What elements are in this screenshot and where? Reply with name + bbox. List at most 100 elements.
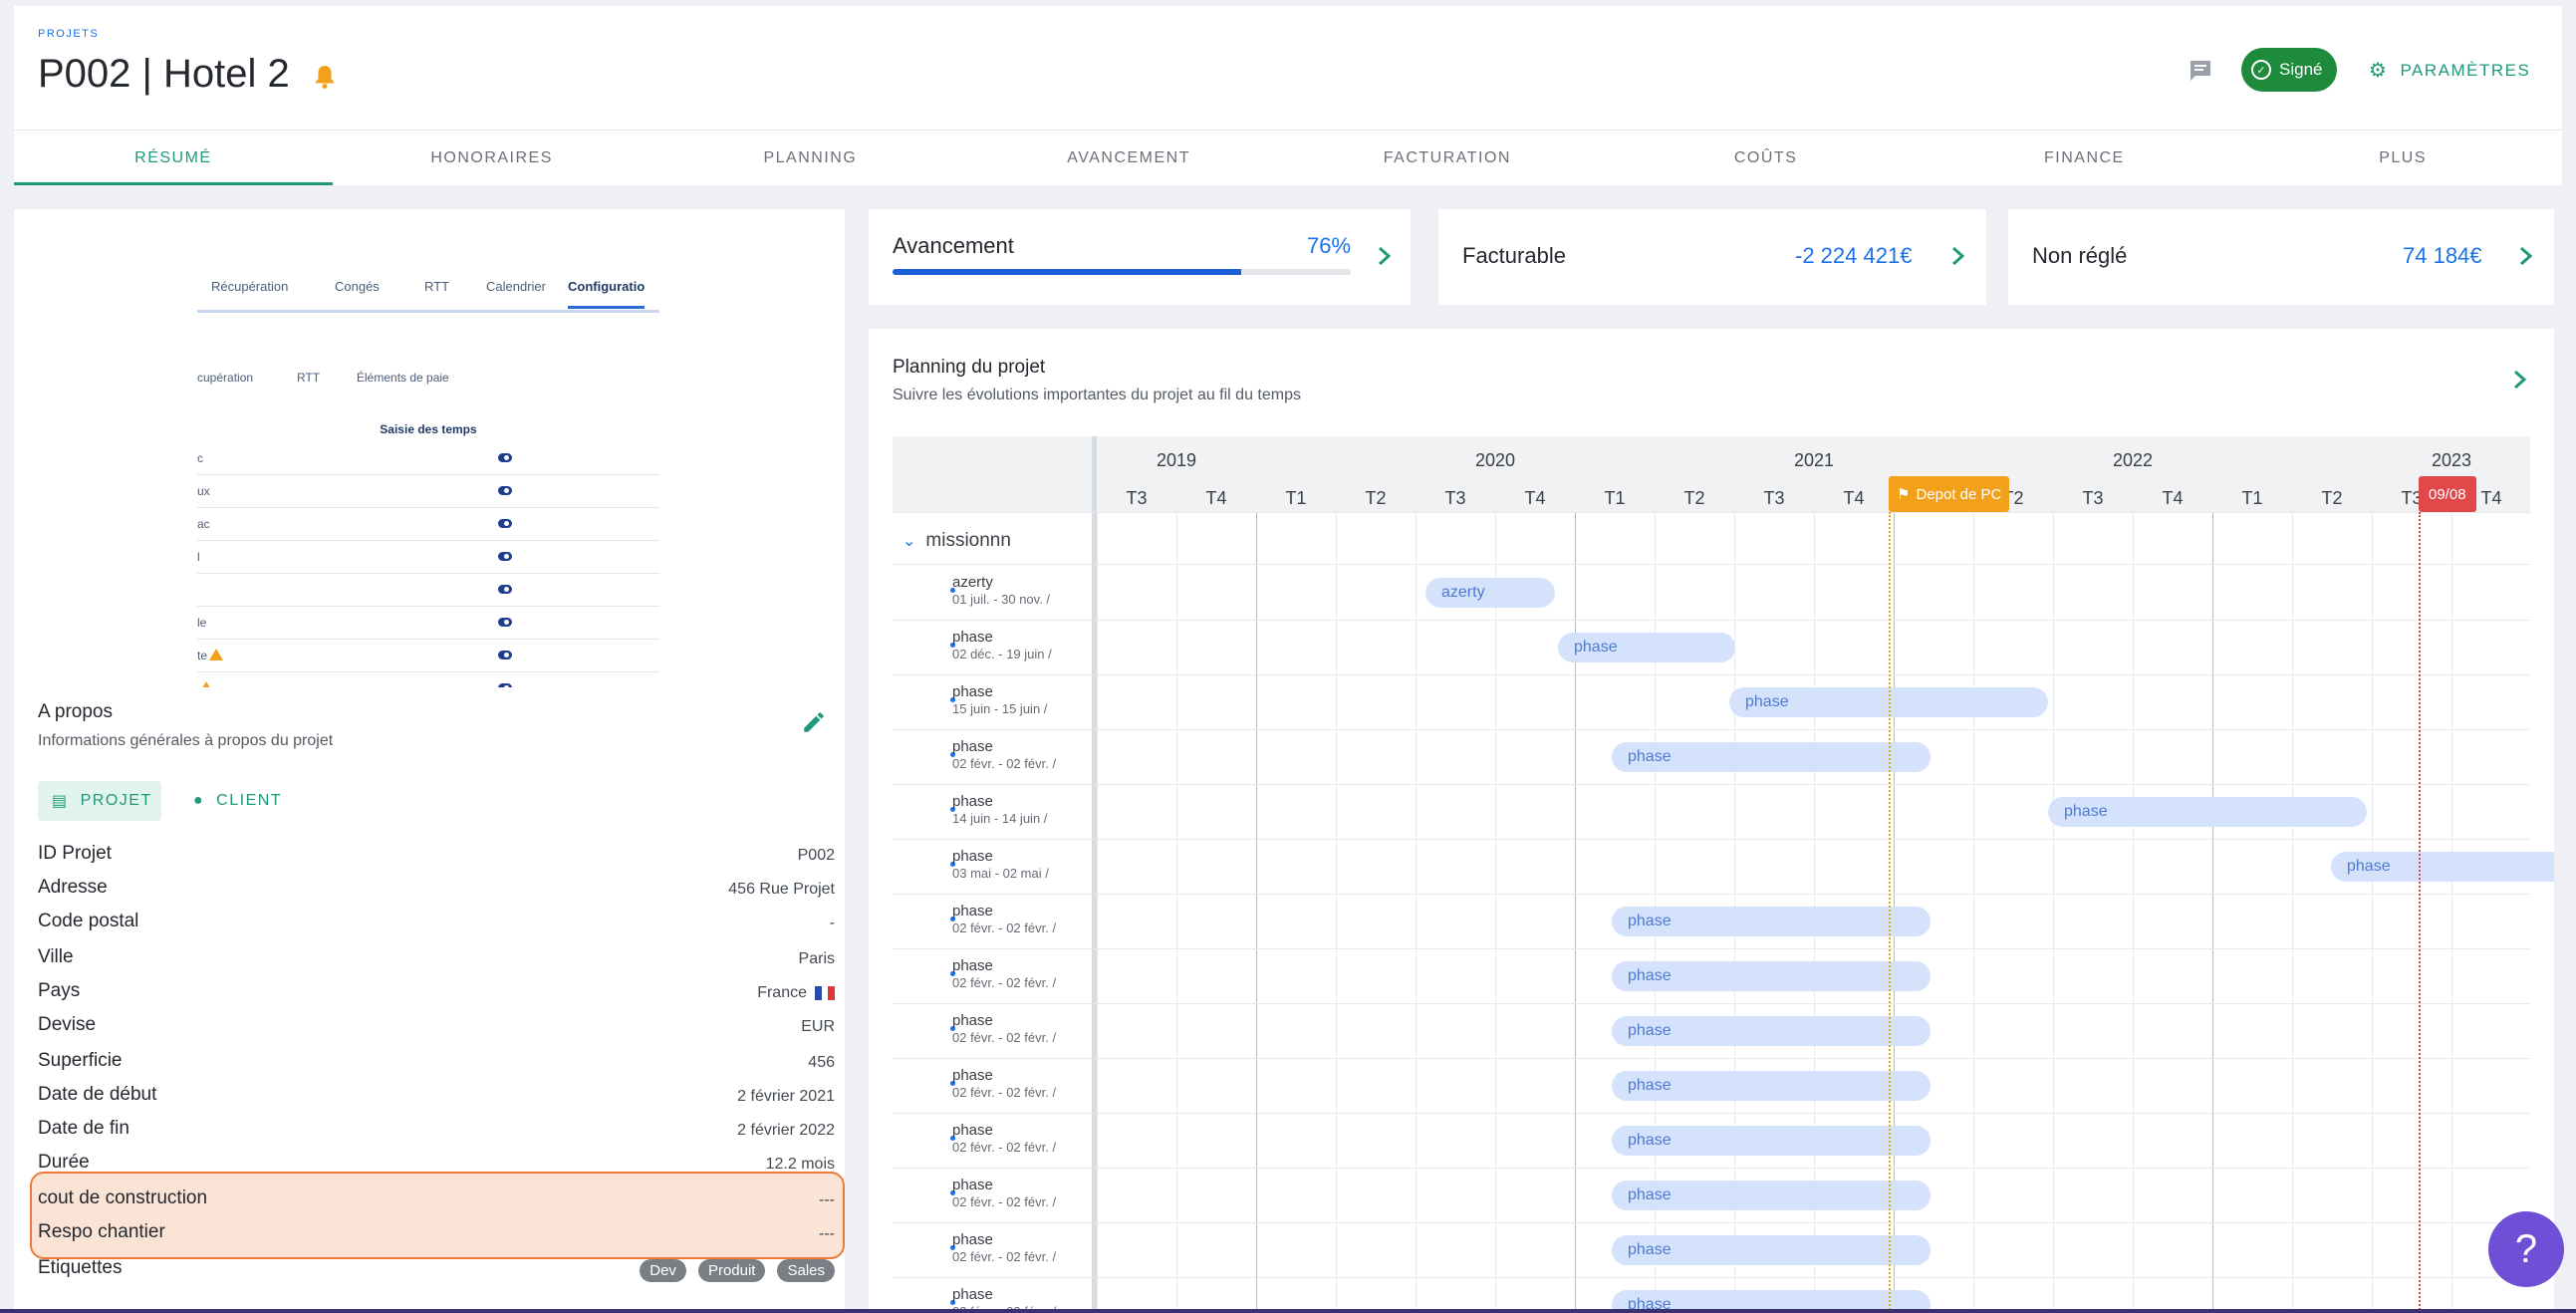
grid-line xyxy=(1336,512,1337,1313)
info-row-construction-cost[interactable]: cout de construction --- xyxy=(38,1187,835,1221)
tab-plus[interactable]: PLUS xyxy=(2243,131,2562,185)
tag-chip[interactable]: Sales xyxy=(777,1259,835,1282)
breadcrumb[interactable]: PROJETS xyxy=(38,28,99,40)
info-key: Date de début xyxy=(38,1084,157,1105)
gantt-row-label[interactable]: phase 02 déc. - 19 juin / xyxy=(952,629,1092,661)
year-label: 2022 xyxy=(2112,450,2154,470)
bell-icon[interactable] xyxy=(313,64,337,90)
row-dates: 02 févr. - 02 févr. / xyxy=(952,1030,1057,1045)
tab-avancement[interactable]: AVANCEMENT xyxy=(969,131,1288,185)
unpaid-card[interactable]: Non réglé 74 184€ xyxy=(2008,209,2554,305)
quarter-label: T4 xyxy=(2480,488,2502,508)
row-name: phase xyxy=(952,629,993,646)
gantt-bar[interactable]: azerty xyxy=(1425,578,1555,608)
chat-icon[interactable] xyxy=(2186,56,2215,86)
warning-icon xyxy=(199,681,213,687)
gantt-row-label[interactable]: phase 14 juin - 14 juin / xyxy=(952,793,1092,826)
gantt-bar[interactable]: phase xyxy=(1612,961,1931,991)
gantt-bar[interactable]: phase xyxy=(2048,797,2367,827)
grid-line xyxy=(2451,512,2452,1313)
info-value: - xyxy=(829,915,835,931)
billable-card[interactable]: Facturable -2 224 421€ xyxy=(1438,209,1986,305)
pencil-icon[interactable] xyxy=(801,709,827,735)
info-row-site-manager[interactable]: Respo chantier --- xyxy=(38,1221,835,1255)
chevron-right-icon[interactable] xyxy=(2514,245,2536,267)
gantt-bar[interactable]: phase xyxy=(1612,742,1931,772)
settings-button[interactable]: ⚙ PARAMÈTRES xyxy=(2369,58,2530,83)
gantt-bar[interactable]: phase xyxy=(2331,852,2554,882)
planning-subtitle: Suivre les évolutions importantes du pro… xyxy=(893,387,1301,403)
tab-finance[interactable]: FINANCE xyxy=(1926,131,2244,185)
gantt-row-label[interactable]: phase02 févr. - 02 févr. / xyxy=(952,1122,1092,1155)
tab-couts[interactable]: COÛTS xyxy=(1607,131,1926,185)
gantt-row-label[interactable]: phase02 févr. - 02 févr. / xyxy=(952,1231,1092,1264)
gantt-row-label[interactable]: phase 15 juin - 15 juin / xyxy=(952,683,1092,716)
year-label: 2019 xyxy=(1156,450,1197,470)
tab-resume[interactable]: RÉSUMÉ xyxy=(14,131,333,185)
row-line xyxy=(893,512,2530,513)
preview-row-label: te xyxy=(197,649,208,662)
page-title: P002 | Hotel 2 xyxy=(38,52,290,96)
help-button[interactable]: ? xyxy=(2488,1211,2564,1287)
country-name: France xyxy=(757,984,807,1001)
info-row-address: Adresse 456 Rue Projet xyxy=(38,877,835,911)
grid-line xyxy=(2053,512,2054,1313)
gantt-row-label[interactable]: phase02 févr. - 02 févr. / xyxy=(952,957,1092,990)
milestone-flag[interactable]: ⚑ Depot de PC xyxy=(1889,476,2010,512)
project-tab-button[interactable]: ▤ PROJET xyxy=(38,781,161,821)
chevron-right-icon[interactable] xyxy=(1946,245,1968,267)
status-badge[interactable]: ✓ Signé xyxy=(2241,48,2337,92)
preview-row: ux xyxy=(197,475,659,508)
chevron-down-icon[interactable]: ⌄ xyxy=(902,531,915,551)
person-icon: ● xyxy=(193,792,205,809)
unpaid-label: Non réglé xyxy=(2032,243,2128,268)
row-name: phase xyxy=(952,1177,993,1193)
gantt-row-label[interactable]: phase02 févr. - 02 févr. / xyxy=(952,1012,1092,1045)
quarter-label: T1 xyxy=(2241,488,2263,508)
gantt-row-label[interactable]: phase02 févr. - 02 févr. / xyxy=(952,1067,1092,1100)
tab-facturation[interactable]: FACTURATION xyxy=(1288,131,1607,185)
row-dates: 14 juin - 14 juin / xyxy=(952,811,1048,826)
tag-chip[interactable]: Produit xyxy=(697,1259,766,1282)
flag-icon: ⚑ xyxy=(1897,486,1911,503)
preview-tab: RTT xyxy=(424,279,450,294)
progress-card[interactable]: Avancement 76% xyxy=(869,209,1411,305)
progress-value: 76% xyxy=(1307,233,1352,258)
gantt-row-label[interactable]: phase02 févr. - 02 févr. / xyxy=(952,1177,1092,1209)
tab-honoraires[interactable]: HONORAIRES xyxy=(333,131,651,185)
row-line xyxy=(893,1113,2530,1114)
row-line xyxy=(893,784,2530,785)
gantt-row-label[interactable]: phase02 févr. - 02 févr. / xyxy=(952,903,1092,935)
gantt-bar[interactable]: phase xyxy=(1612,907,1931,936)
grid-line xyxy=(1176,512,1177,1313)
gantt-row-label[interactable]: phase 03 mai - 02 mai / xyxy=(952,848,1092,881)
quarter-label: T3 xyxy=(1126,488,1148,508)
tab-planning[interactable]: PLANNING xyxy=(651,131,970,185)
gantt-bar[interactable]: phase xyxy=(1612,1071,1931,1101)
quarter-label: T2 xyxy=(1683,488,1705,508)
gantt-bar[interactable]: phase xyxy=(1612,1181,1931,1210)
row-name: phase xyxy=(952,1012,993,1029)
chevron-right-icon[interactable] xyxy=(2508,369,2530,391)
gantt-row-label[interactable]: phase02 févr. - 02 févr. / xyxy=(952,738,1092,771)
info-value: --- xyxy=(819,1191,835,1208)
info-value: EUR xyxy=(801,1018,835,1035)
client-tab-button[interactable]: ● CLIENT xyxy=(183,781,313,821)
info-row-city: Ville Paris xyxy=(38,946,835,980)
preview-row-label: c xyxy=(197,451,203,465)
tab-bar: RÉSUMÉ HONORAIRES PLANNING AVANCEMENT FA… xyxy=(14,130,2562,185)
gantt-bar[interactable]: phase xyxy=(1612,1016,1931,1046)
gantt-row-label[interactable]: azerty 01 juil. - 30 nov. / xyxy=(952,574,1092,607)
info-key: Ville xyxy=(38,946,74,967)
chevron-right-icon[interactable] xyxy=(1373,245,1395,267)
tag-chip[interactable]: Dev xyxy=(640,1259,686,1282)
billable-value: -2 224 421€ xyxy=(1795,243,1913,268)
gantt-bar[interactable]: phase xyxy=(1612,1126,1931,1156)
preview-tab: Calendrier xyxy=(486,279,546,294)
gantt-bar[interactable]: phase xyxy=(1612,1235,1931,1265)
preview-row: c xyxy=(197,442,659,475)
gantt-group-missionnn[interactable]: ⌄ missionnn xyxy=(902,530,1011,552)
row-dates: 02 févr. - 02 févr. / xyxy=(952,1140,1057,1155)
gantt-bar[interactable]: phase xyxy=(1558,633,1735,662)
grid-line xyxy=(1256,512,1257,1313)
